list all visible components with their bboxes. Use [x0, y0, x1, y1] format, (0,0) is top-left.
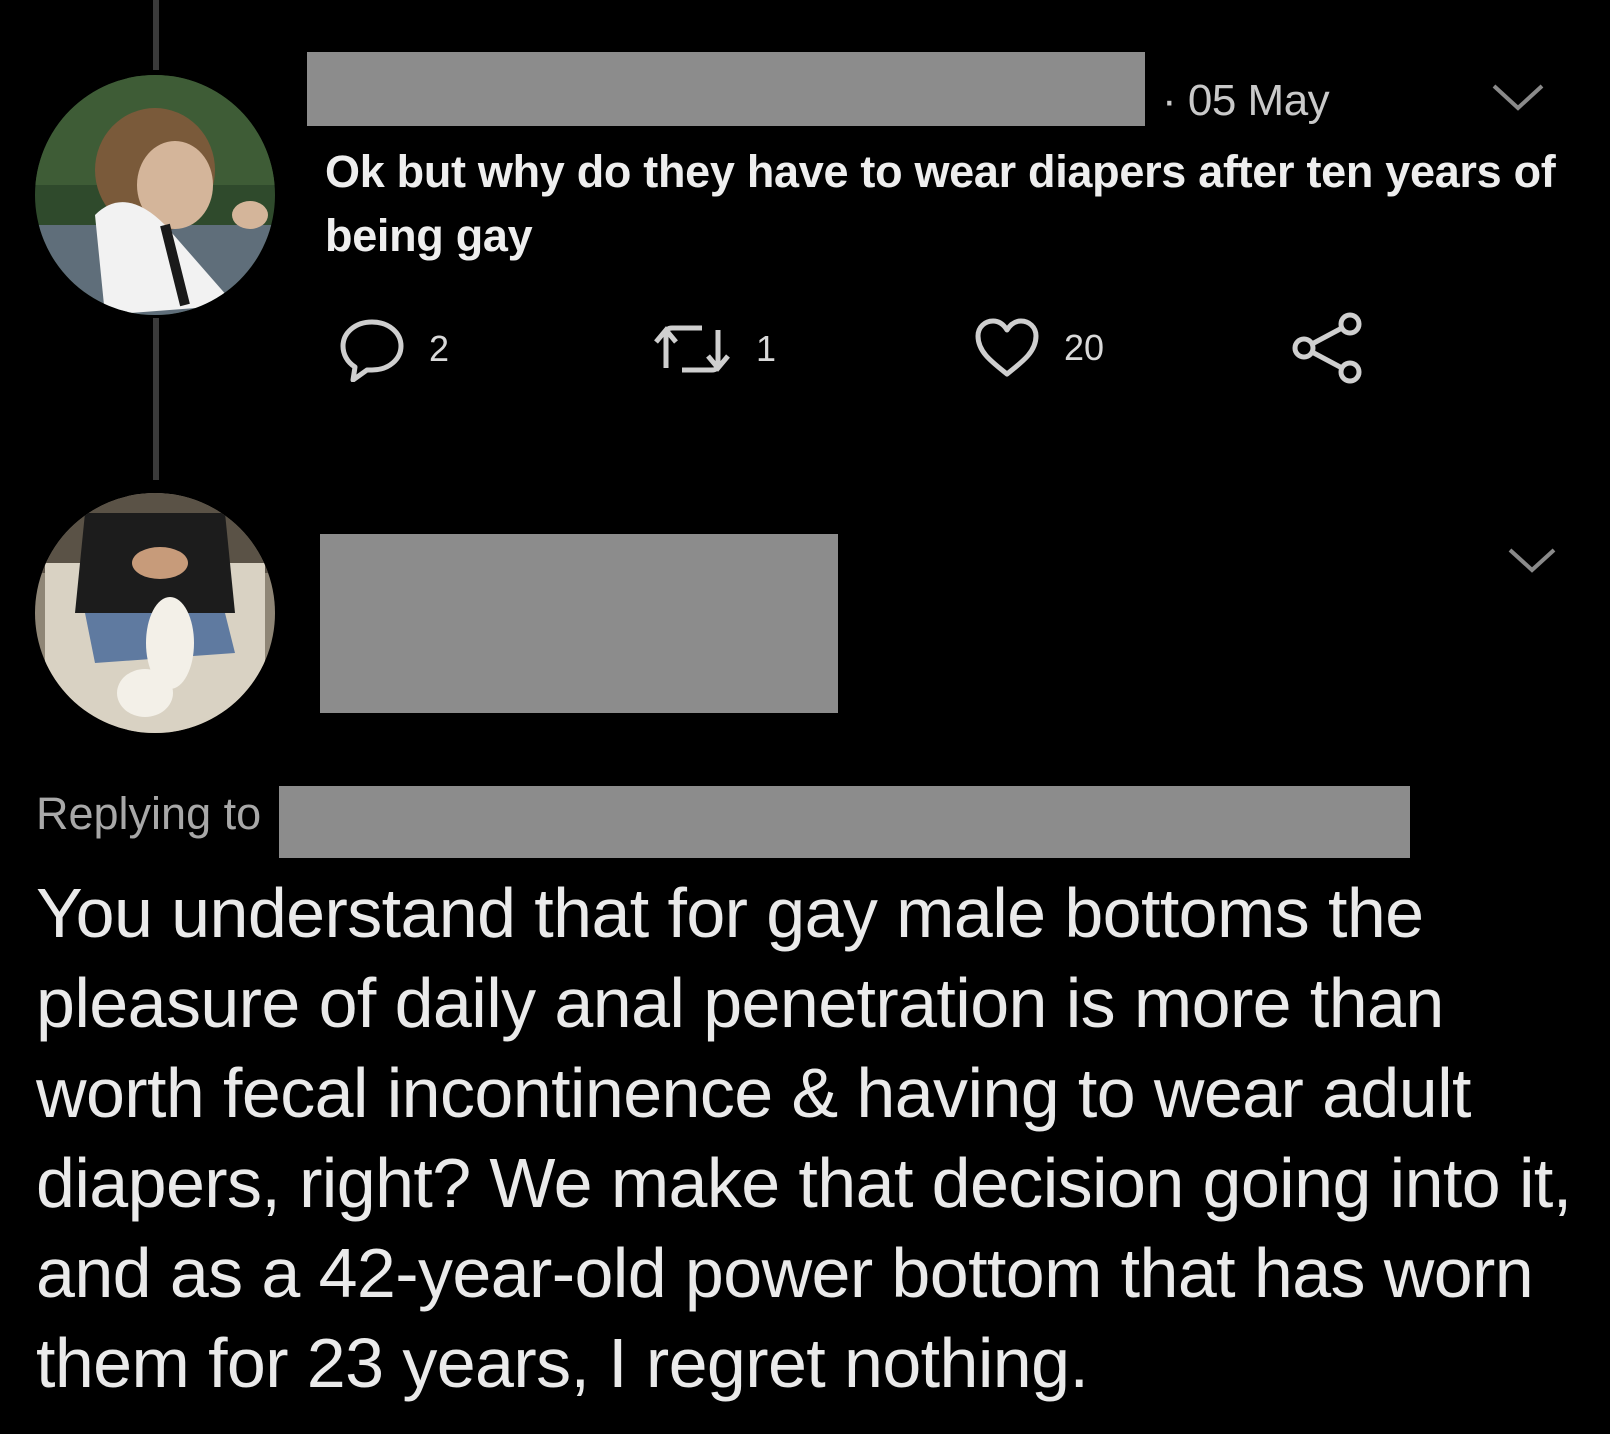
- avatar-photo-icon: [35, 75, 275, 315]
- replying-to-label: Replying to: [36, 788, 262, 839]
- tweet-menu-chevron-icon[interactable]: [1488, 78, 1548, 118]
- reply-username-redaction: [320, 534, 838, 713]
- like-button[interactable]: 20: [972, 316, 1104, 380]
- share-button[interactable]: [1290, 310, 1366, 386]
- tweet-text: Ok but why do they have to wear diapers …: [325, 146, 1556, 261]
- retweet-button[interactable]: 1: [650, 320, 776, 378]
- retweet-count: 1: [756, 328, 777, 369]
- reply-avatar-photo-icon: [35, 493, 275, 733]
- avatar[interactable]: [35, 75, 275, 315]
- reply-menu-chevron-icon[interactable]: [1502, 540, 1562, 580]
- reply-count: 2: [429, 328, 450, 369]
- heart-icon: [975, 318, 1039, 377]
- thread-line-top: [153, 0, 159, 70]
- tweet-date: · 05 May: [1162, 76, 1330, 125]
- retweet-icon: [654, 325, 730, 373]
- replying-to-redaction: [279, 786, 1410, 858]
- reply-text: You understand that for gay male bottoms…: [36, 874, 1572, 1402]
- reply-avatar[interactable]: [35, 493, 275, 733]
- share-icon: [1292, 312, 1362, 384]
- tweet-actions: 2 1 20: [0, 310, 1610, 390]
- username-redaction: [307, 52, 1145, 126]
- reply-button[interactable]: 2: [337, 316, 449, 382]
- reply-icon: [340, 319, 404, 382]
- like-count: 20: [1064, 327, 1105, 368]
